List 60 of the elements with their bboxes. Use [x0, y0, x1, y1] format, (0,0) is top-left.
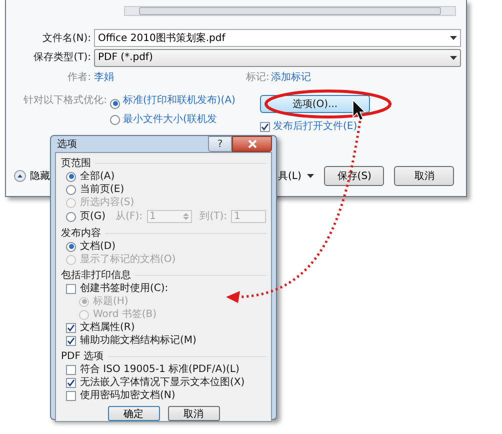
cancel-button[interactable]: 取消: [394, 166, 454, 186]
checkbox[interactable]: [66, 364, 76, 374]
checkbox[interactable]: [66, 322, 76, 332]
tools-button[interactable]: 具(L): [278, 168, 314, 184]
author-value[interactable]: 李娟: [94, 70, 246, 84]
field-label: 作者:: [66, 70, 92, 84]
tags-value[interactable]: 添加标记: [271, 70, 311, 84]
help-button[interactable]: ?: [208, 136, 232, 152]
option-label: 文档(D): [80, 240, 116, 254]
field-label: 标记:: [246, 70, 270, 84]
option-label: 符合 ISO 19005-1 标准(PDF/A)(L): [80, 362, 240, 376]
checkbox[interactable]: [260, 122, 270, 132]
section-heading: 发布内容: [61, 226, 101, 240]
radio-button[interactable]: [66, 242, 76, 252]
close-button[interactable]: [232, 136, 272, 152]
checkbox[interactable]: [66, 336, 76, 346]
option-label: 当前页(E): [80, 182, 124, 196]
field-label: 文件名(N):: [41, 32, 92, 46]
field-label: 针对以下格式优化:: [22, 95, 108, 107]
option-label: 无法嵌入字体情况下显示文本位图(X): [80, 376, 245, 390]
option-label: 最小文件大小(联机发: [123, 114, 218, 126]
ok-button[interactable]: 确定: [108, 406, 160, 421]
section-heading: 页范围: [61, 156, 91, 170]
section-heading: 包括非打印信息: [61, 268, 131, 282]
from-label: 从(F):: [116, 210, 142, 224]
checkbox[interactable]: [66, 378, 76, 388]
checkbox[interactable]: [66, 284, 76, 294]
option-label: 页(G): [80, 210, 106, 224]
option-label: 发布后打开文件(E): [273, 120, 358, 134]
option-label: 创建书签时使用(C):: [80, 282, 168, 296]
field-label: 保存类型(T):: [32, 50, 92, 65]
dropdown-caret-icon: [450, 36, 457, 40]
section-heading: PDF 选项: [61, 350, 104, 364]
mouse-cursor-icon: [352, 99, 366, 120]
option-label: 标题(H): [93, 294, 128, 308]
radio-button[interactable]: [110, 115, 120, 125]
radio-button[interactable]: [66, 184, 76, 194]
dropdown-caret-icon: [307, 174, 314, 178]
radio-button[interactable]: [66, 212, 76, 222]
close-icon: [248, 140, 256, 148]
option-label: 辅助功能文档结构标记(M): [80, 334, 196, 348]
spin-arrows-icon: [182, 212, 189, 221]
option-label: 标准(打印和联机发布)(A): [123, 95, 236, 107]
option-label: 全部(A): [80, 170, 115, 184]
dialog-title: 选项: [56, 138, 77, 152]
option-label: 使用密码加密文档(N): [80, 388, 176, 403]
cancel-button[interactable]: 取消: [168, 406, 220, 421]
file-type-dropdown[interactable]: PDF (*.pdf): [94, 48, 461, 66]
option-label: 所选内容(S): [80, 196, 134, 210]
radio-button[interactable]: [110, 98, 120, 108]
dropdown-caret-icon: [450, 56, 457, 60]
horizontal-scrollbar[interactable]: [124, 6, 456, 16]
checkbox[interactable]: [66, 390, 76, 400]
option-label: Word 书签(B): [93, 308, 157, 322]
hide-folders-button[interactable]: 隐藏: [14, 168, 50, 184]
to-label: 到(T):: [200, 210, 227, 224]
option-label: 文档属性(R): [80, 320, 135, 334]
file-name-field[interactable]: Office 2010图书策划案.pdf: [94, 29, 461, 47]
option-label: 显示了标记的文档(O): [80, 252, 176, 267]
radio-button[interactable]: [66, 172, 76, 182]
